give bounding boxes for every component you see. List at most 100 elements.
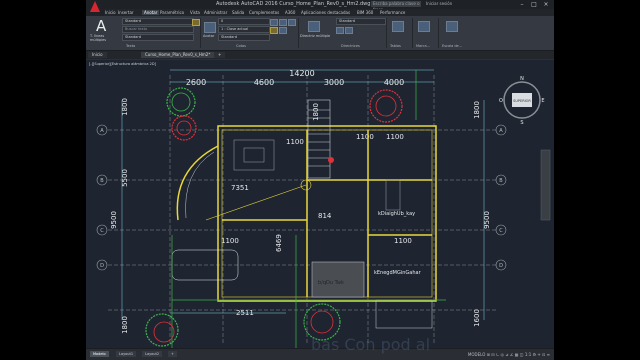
new-tab-button[interactable]: + [214, 52, 226, 58]
panel-label-marca: Marca... [416, 44, 430, 48]
tab-a360[interactable]: A360 [285, 10, 295, 15]
panel-label-escala: Escala de... [442, 44, 463, 48]
dim-tool-icon-1[interactable] [270, 19, 278, 26]
ribbon-separator [200, 18, 201, 48]
dim-top: 3000 [324, 78, 344, 87]
text-style-icon[interactable] [192, 19, 200, 26]
tab-administrar[interactable]: Administrar [204, 10, 227, 15]
tab-salida[interactable]: Salida [232, 10, 244, 15]
tab-aplicaciones[interactable]: Aplicaciones destacadas [301, 10, 350, 15]
ribbon-separator [298, 18, 299, 48]
ribbon-separator [438, 18, 439, 48]
axis-letter: D [100, 263, 104, 269]
site-lines [171, 70, 446, 348]
watermark-text: bas Con pod al [311, 335, 431, 354]
dim-label: 1100 [386, 133, 404, 141]
tab-inicio[interactable]: Inicio [105, 10, 116, 15]
mleader-style-dropdown[interactable]: Standard [336, 18, 386, 25]
text-style-dropdown[interactable]: Standard [122, 18, 194, 25]
tab-insertar[interactable]: Insertar [118, 10, 134, 15]
tab-vista[interactable]: Vista [190, 10, 200, 15]
multiline-text-button[interactable]: A T. líneas múltiples [90, 17, 114, 42]
table-icon[interactable] [392, 21, 404, 32]
dim-right: 1600 [473, 309, 481, 327]
mleader-tool-icon-1[interactable] [336, 27, 344, 34]
minimize-icon[interactable]: – [516, 0, 528, 9]
dim-label: 2511 [236, 309, 254, 317]
dim-tool-icon-2[interactable] [270, 27, 278, 34]
add-layout-button[interactable]: + [168, 351, 177, 357]
find-text-input[interactable]: Buscar texto [122, 26, 194, 33]
ribbon-panel: A T. líneas múltiples Standard Buscar te… [86, 16, 554, 51]
doc-tab-drawing[interactable]: Curso_Home_Plan_Rev0_s_Hm2* [141, 52, 215, 58]
axis-letter: B [100, 178, 104, 184]
tab-performance[interactable]: Performance [380, 10, 405, 15]
cursor-marker [328, 157, 334, 163]
tree-bottom-left [145, 313, 179, 347]
tree-top-right [369, 89, 403, 123]
dim-left: 1800 [121, 316, 129, 334]
markup-icon[interactable] [418, 21, 430, 32]
layer-dropdown[interactable]: 0 [218, 18, 270, 25]
dim-label: 1100 [394, 237, 412, 245]
annotation-scale-icon[interactable] [446, 21, 458, 32]
tab-parametrico[interactable]: Paramétrico [160, 10, 184, 15]
autocad-logo-button[interactable] [86, 0, 104, 16]
dim-tool-icon-3[interactable] [279, 19, 287, 26]
status-tools[interactable]: MODELO ⊞ ⊟ ∟ ◎ ⊿ ∠ ▦ ◫ 1:1 ⚙ + ⊡ ≡ [468, 352, 550, 357]
dim-label: 1100 [356, 133, 374, 141]
multileader-icon[interactable] [308, 21, 320, 32]
compass-north: N [520, 76, 524, 82]
sign-in-link[interactable]: Iniciar sesión [426, 1, 452, 6]
mleader-tool-icon-2[interactable] [345, 27, 353, 34]
ribbon-tab-bar: Inicio Insertar Anotar Paramétrico Vista… [104, 9, 554, 16]
room-label: kEnegdMGinGahar [374, 270, 422, 276]
drawing-canvas[interactable]: A B C D A B C D 14200 2600 4600 3000 400… [86, 60, 554, 348]
document-tab-bar: Inicio Curso_Home_Plan_Rev0_s_Hm2* + [86, 51, 554, 59]
search-input[interactable]: Escriba palabra clave o frase [371, 1, 421, 12]
selected-line[interactable] [205, 184, 307, 221]
tab-layout2[interactable]: Layout2 [142, 351, 163, 357]
axis-letter: A [100, 128, 104, 134]
floor-plan-drawing: A B C D A B C D 14200 2600 4600 3000 400… [96, 69, 551, 348]
dim-top: 4000 [384, 78, 404, 87]
tab-modelo[interactable]: Modelo [90, 351, 109, 357]
dimension-lines [121, 69, 485, 320]
viewport-controls-label[interactable]: [-][Superior][Estructura alámbrica 2D] [89, 62, 156, 66]
autocad-logo-icon [90, 1, 100, 12]
tab-layout1[interactable]: Layout1 [116, 351, 137, 357]
navigation-bar[interactable] [540, 149, 551, 221]
multileader-label: Directriz múltiple [300, 34, 331, 38]
panel-label-texto: Texto [126, 44, 136, 48]
window-title: Autodesk AutoCAD 2016 Curso_Home_Plan_Re… [216, 1, 371, 7]
layer-color-dropdown[interactable]: 1 : Clase actual [218, 26, 270, 33]
viewcube[interactable]: SUPERIOR N S E O [499, 76, 545, 126]
dim-label: 7351 [231, 184, 249, 192]
axis-letter: D [499, 263, 503, 269]
maximize-icon[interactable]: □ [528, 0, 540, 9]
dim-top: 2600 [186, 78, 206, 87]
tab-bim360[interactable]: BIM 360 [357, 10, 373, 15]
dim-left: 5500 [121, 169, 129, 187]
ribbon-separator [412, 18, 413, 48]
compass-west: O [499, 98, 503, 104]
title-bar: Autodesk AutoCAD 2016 Curso_Home_Plan_Re… [86, 0, 554, 12]
dim-left: 1800 [121, 98, 129, 116]
dim-tool-icon-4[interactable] [279, 27, 287, 34]
dim-style-dropdown[interactable]: Standard [218, 34, 270, 41]
text-height-dropdown[interactable]: Standard [122, 34, 194, 41]
text-a-icon: A [96, 17, 107, 35]
dimension-icon[interactable] [204, 22, 216, 33]
dim-top-total: 14200 [289, 69, 314, 78]
close-icon[interactable]: × [540, 0, 552, 9]
curved-bay-wall [176, 145, 219, 221]
ribbon-separator [386, 18, 387, 48]
tab-anotar[interactable]: Anotar [142, 10, 160, 15]
doc-tab-inicio[interactable]: Inicio [88, 52, 107, 58]
room-label: b/qDu Twk [318, 280, 344, 286]
tab-complementos[interactable]: Complementos [249, 10, 279, 15]
dim-label: 6469 [275, 234, 283, 252]
dim-label: 1100 [286, 138, 304, 146]
grid-axes [108, 75, 496, 345]
dim-tool-icon-5[interactable] [288, 19, 296, 26]
